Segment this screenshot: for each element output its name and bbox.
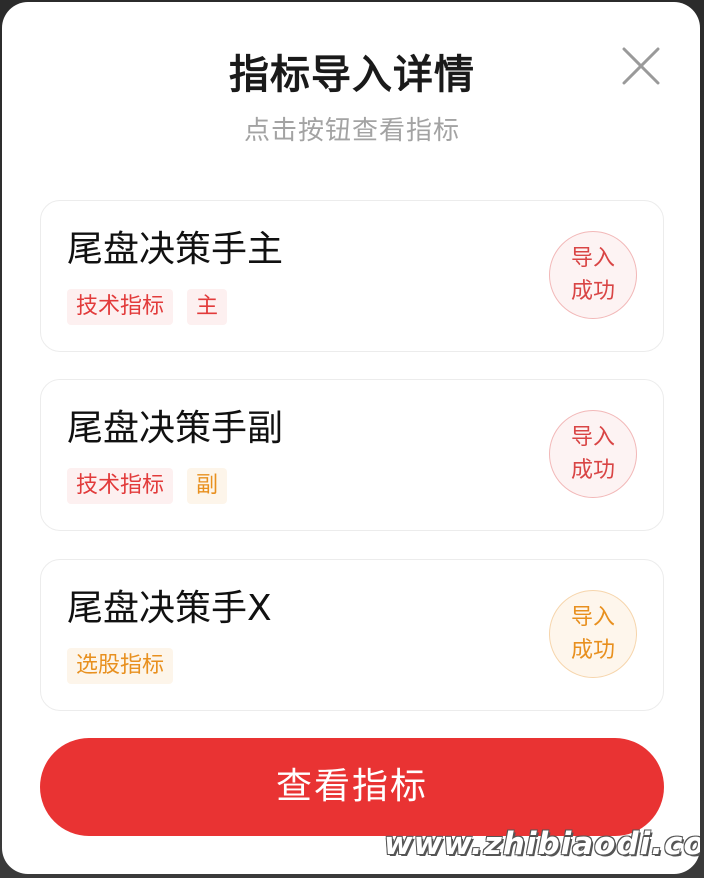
indicator-name: 尾盘决策手X [67, 588, 272, 629]
indicator-tags: 技术指标 主 [67, 289, 228, 325]
modal-subtitle: 点击按钮查看指标 [243, 116, 460, 146]
status-line-2: 成功 [570, 458, 615, 483]
status-line-1: 导入 [570, 605, 615, 630]
site-watermark: www.zhibiaodi.com [384, 826, 700, 862]
import-status-badge: 导入 成功 [549, 410, 637, 498]
tag-position: 副 [187, 468, 228, 504]
indicator-card[interactable]: 尾盘决策手副 技术指标 副 导入 成功 [40, 379, 664, 531]
tag-type: 技术指标 [67, 289, 174, 325]
modal-title: 指标导入详情 [229, 52, 475, 98]
import-status-badge: 导入 成功 [549, 590, 637, 678]
status-line-2: 成功 [570, 279, 615, 304]
indicator-card[interactable]: 尾盘决策手X 选股指标 导入 成功 [40, 559, 664, 711]
tag-type: 技术指标 [67, 468, 174, 504]
tag-type: 选股指标 [67, 648, 174, 684]
indicator-tags: 选股指标 [67, 648, 174, 684]
status-line-1: 导入 [570, 425, 615, 450]
import-status-badge: 导入 成功 [549, 231, 637, 319]
indicator-name: 尾盘决策手主 [67, 229, 284, 270]
indicator-name: 尾盘决策手副 [67, 408, 284, 449]
indicator-tags: 技术指标 副 [67, 468, 228, 504]
status-line-2: 成功 [570, 638, 615, 663]
status-line-1: 导入 [570, 246, 615, 271]
tag-position: 主 [187, 289, 228, 325]
indicator-card[interactable]: 尾盘决策手主 技术指标 主 导入 成功 [40, 200, 664, 352]
